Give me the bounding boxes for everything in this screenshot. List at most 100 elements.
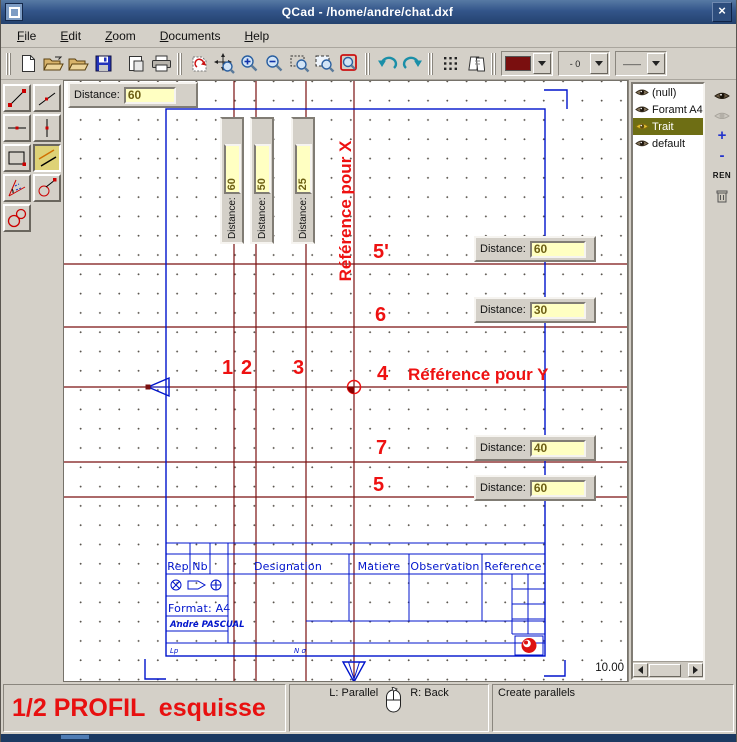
layer-panel: (null) Foramt A4 Trait default	[628, 80, 737, 682]
zoom-previous-button[interactable]	[337, 51, 362, 76]
toolbar-handle[interactable]	[6, 53, 13, 75]
bisector-tool[interactable]	[3, 174, 31, 202]
redo-button[interactable]	[400, 51, 425, 76]
window-title: QCad - /home/andre/chat.dxf	[27, 5, 708, 19]
draft-mode-button[interactable]	[463, 51, 488, 76]
distance-input[interactable]	[530, 440, 586, 457]
zoom-in-button[interactable]	[237, 51, 262, 76]
distance-input[interactable]	[224, 144, 241, 194]
distance-box: Distance:	[474, 236, 596, 262]
drawing-canvas[interactable]: Rep Nb Designation Matiere Observation R…	[63, 80, 628, 682]
vertical-distance-box: Distance:	[291, 117, 315, 244]
distance-input[interactable]	[530, 302, 586, 319]
grid-toggle-button[interactable]	[438, 51, 463, 76]
print-preview-icon	[128, 55, 145, 73]
distance-label: Distance:	[480, 442, 526, 454]
menu-help[interactable]: Help	[234, 27, 279, 45]
print-button[interactable]	[149, 51, 174, 76]
scroll-left-icon[interactable]	[633, 663, 648, 677]
distance-label: Distance:	[257, 197, 268, 239]
parallel-tool[interactable]	[33, 144, 61, 172]
menubar: File Edit Zoom Documents Help	[1, 24, 736, 48]
mouse-icon	[384, 687, 404, 715]
toolbar-handle[interactable]	[491, 53, 498, 75]
menu-edit[interactable]: Edit	[50, 27, 91, 45]
paper-icon	[467, 55, 485, 73]
label-4: 4	[377, 363, 389, 385]
line-style-value: ——	[619, 55, 645, 72]
chevron-down-icon	[595, 61, 603, 66]
tangent-circles-tool[interactable]	[3, 204, 31, 232]
distance-input[interactable]	[295, 144, 312, 194]
right-button-hint: R: Back	[410, 687, 449, 699]
color-combobox[interactable]	[501, 51, 553, 76]
scroll-right-icon[interactable]	[688, 663, 703, 677]
eye-icon[interactable]	[635, 104, 649, 115]
line-horizontal-tool[interactable]	[3, 114, 31, 142]
tangent-line-tool[interactable]	[33, 174, 61, 202]
titlebar[interactable]: QCad - /home/andre/chat.dxf ×	[1, 0, 736, 24]
eye-icon[interactable]	[635, 87, 649, 98]
close-icon[interactable]: ×	[712, 2, 732, 22]
vertical-distance-box: Distance:	[220, 117, 244, 244]
label-5: 5	[373, 474, 384, 496]
distance-input[interactable]	[254, 144, 271, 194]
delete-layer-button[interactable]	[711, 187, 733, 204]
print-preview-button[interactable]	[124, 51, 149, 76]
new-document-button[interactable]	[16, 51, 41, 76]
line-angle-icon	[36, 87, 58, 109]
trash-icon	[714, 188, 730, 204]
style-dropdown-button[interactable]	[647, 53, 665, 74]
layer-list-scrollbar[interactable]	[633, 661, 703, 678]
layer-item-default[interactable]: default	[633, 135, 703, 152]
vertical-distance-box: Distance:	[250, 117, 274, 244]
add-layer-button[interactable]: +	[711, 127, 733, 144]
rectangle-tool[interactable]	[3, 144, 31, 172]
eye-icon[interactable]	[635, 138, 649, 149]
rename-layer-button[interactable]: REN	[711, 167, 733, 184]
zoom-auto-button[interactable]	[212, 51, 237, 76]
import-file-button[interactable]	[66, 51, 91, 76]
line-angle-tool[interactable]	[33, 84, 61, 112]
zoom-pan-icon	[315, 54, 335, 73]
zoom-out-button[interactable]	[262, 51, 287, 76]
layer-item-format-a4[interactable]: Foramt A4	[633, 101, 703, 118]
line-vertical-tool[interactable]	[33, 114, 61, 142]
layer-item-null[interactable]: (null)	[633, 84, 703, 101]
label-reference-y: Référence pour Y	[408, 365, 549, 384]
line-width-combobox[interactable]: - 0	[558, 51, 610, 76]
scrollbar-thumb[interactable]	[649, 664, 681, 677]
eye-icon[interactable]	[635, 121, 649, 132]
left-button-hint: L: Parallel	[329, 687, 378, 699]
toolbar-handle[interactable]	[365, 53, 372, 75]
toolbar-handle[interactable]	[177, 53, 184, 75]
color-dropdown-button[interactable]	[533, 53, 551, 74]
toolbar-handle[interactable]	[428, 53, 435, 75]
zoom-window-button[interactable]	[287, 51, 312, 76]
menu-documents[interactable]: Documents	[150, 27, 231, 45]
distance-input[interactable]	[530, 480, 586, 497]
scale-label: 10.00	[595, 662, 624, 674]
chevron-down-icon	[538, 61, 546, 66]
remove-layer-button[interactable]: -	[711, 147, 733, 164]
save-button[interactable]	[91, 51, 116, 76]
grid-icon	[442, 55, 459, 72]
zoom-pan-button[interactable]	[312, 51, 337, 76]
tb-observation: Observation	[410, 560, 479, 573]
line-two-points-tool[interactable]	[3, 84, 31, 112]
redraw-button[interactable]	[187, 51, 212, 76]
two-circles-icon	[6, 207, 28, 229]
layer-item-trait[interactable]: Trait	[633, 118, 703, 135]
distance-input[interactable]	[124, 87, 176, 104]
menu-zoom[interactable]: Zoom	[95, 27, 146, 45]
line-style-combobox[interactable]: ——	[615, 51, 667, 76]
menu-file[interactable]: File	[7, 27, 46, 45]
undo-button[interactable]	[375, 51, 400, 76]
width-dropdown-button[interactable]	[590, 53, 608, 74]
distance-input[interactable]	[530, 241, 586, 258]
label-reference-x: Référence pour X	[336, 140, 355, 281]
open-file-button[interactable]	[41, 51, 66, 76]
open-folder-icon	[43, 55, 64, 72]
show-all-layers-button[interactable]	[711, 87, 733, 104]
hide-all-layers-button[interactable]	[711, 107, 733, 124]
